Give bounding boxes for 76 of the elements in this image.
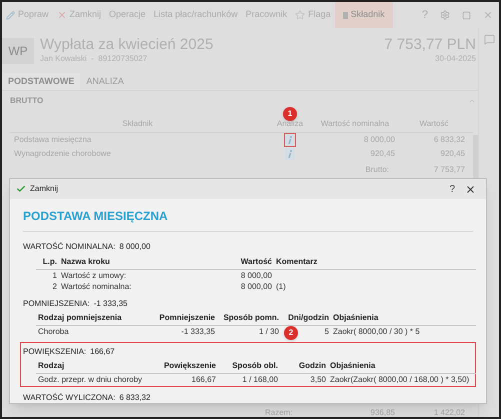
section-label: WARTOŚĆ WYLICZONA: [23,392,116,404]
column-header: Objaśnienia [332,312,380,324]
section-heading: BRUTTO [10,95,44,107]
section-label: POWIĘKSZENIA: [23,346,86,358]
total-value: 7 753,77 [432,164,466,176]
table-cell: Godz. przepr. w dniu choroby [38,375,142,384]
table-cell: 166,67 [192,375,216,384]
table-cell: Choroba [38,327,69,336]
tab[interactable]: ANALIZA [80,73,130,90]
table-cell: (1) [276,282,286,291]
table-cell: Wartość nominalna: [61,282,132,291]
dialog-title: PODSTAWA MIESIĘCZNA [23,207,473,232]
table-cell: 2 [52,282,57,291]
column-header: Godzin [298,360,327,372]
help-button[interactable]: ? [416,6,434,24]
column-header: Sposób obl. [231,360,279,372]
check-icon [16,184,26,194]
table-cell: 1 / 168,00 [242,375,278,384]
column-header: Rodzaj pomniejszenia [37,312,123,324]
section-label: POMNIEJSZENIA: [23,298,90,310]
column-header: Objaśnienia [329,360,376,372]
close-icon[interactable] [465,184,476,194]
table-cell: 5 [324,327,329,336]
maximize-icon[interactable] [462,10,471,20]
column-header: Powiększenie [162,360,217,372]
table-cell-text: 8 000,00 [362,134,395,146]
table-cell: 8 000,00 [240,271,272,280]
column-header: Sposób pomn. [222,312,280,324]
toolbar-button[interactable]: Składnik [334,2,393,28]
total-label: Brutto: [364,164,390,176]
column-header: Dni/godzin [287,312,330,324]
section-value: 6 833,32 [119,392,150,404]
tab[interactable]: PODSTAWOWE [2,73,80,90]
square-icon [342,12,348,18]
table-cell-text: 6 833,32 [432,134,466,146]
table-cell: 1 [52,271,57,280]
star-icon [295,10,306,20]
section-label: WARTOŚĆ NOMINALNA: [23,241,116,253]
table-cell-text: 920,45 [440,148,466,160]
table-cell: 3,50 [310,375,326,384]
close-icon [56,10,67,20]
info-icon [285,148,295,160]
callout-badge: 1 [283,106,297,120]
help-button[interactable]: ? [443,182,461,196]
table-cell: 8 000,00 [240,282,272,291]
collapse-icon[interactable] [468,97,476,105]
callout-badge: 2 [284,326,298,340]
column-header: L.p. [42,256,58,268]
column-header: Nazwa kroku [60,256,111,268]
settings-icon[interactable] [440,10,450,20]
section-value: -1 333,35 [94,298,128,310]
info-button[interactable] [285,134,295,146]
section-value: 8 000,00 [119,241,150,253]
table-cell: Wartość z umowy: [61,271,126,280]
column-header: Wartość [419,118,449,128]
column-header: Pomniejszenie [158,312,216,324]
info-icon [285,134,295,146]
table-cell: 1 / 30 [258,327,279,336]
table-cell: Zaokr(Zaokr( 8000,00 / 168,00 ) * 3,50) [330,375,470,384]
table-cell-text: 920,45 [370,148,395,160]
section-value: 166,67 [90,346,115,358]
column-header: Wartość nominalna [320,118,390,128]
column-header: Komentarz [275,256,318,268]
table-cell: Zaokr( 8000,00 / 30 ) * 5 [333,327,420,336]
info-button[interactable] [285,148,295,160]
component-name: Podstawa miesięczna [13,134,92,146]
component-name: Wynagrodzenie chorobowe [13,148,112,160]
column-header: Składnik [122,118,153,128]
close-button[interactable]: Zamknij [16,183,58,195]
column-header: Analiza [276,118,304,128]
comment-icon[interactable] [484,34,494,45]
table-cell: -1 333,35 [181,327,215,336]
column-header: Wartość [240,256,273,268]
avatar-tile: WP [2,38,34,64]
pencil-icon [6,10,15,20]
column-header: Rodzaj [37,360,66,372]
